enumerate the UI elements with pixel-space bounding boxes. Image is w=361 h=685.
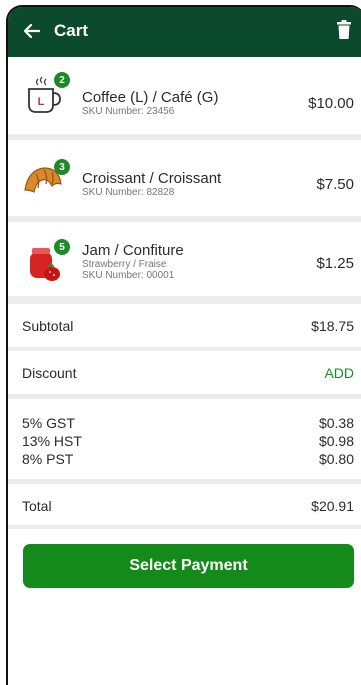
cart-item[interactable]: 3 Croissant / Croissant SKU Number: 8282…: [8, 140, 361, 216]
item-name: Croissant / Croissant: [82, 170, 222, 187]
total-label: Total: [22, 498, 52, 514]
tax-value: $0.38: [318, 415, 354, 431]
item-sku: SKU Number: 23456: [82, 106, 175, 117]
item-name: Jam / Confiture: [82, 242, 184, 259]
quantity-badge: 5: [54, 239, 70, 255]
discount-label: Discount: [22, 365, 77, 381]
page-title: Cart: [54, 21, 89, 40]
subtotal-row: Subtotal $18.75: [8, 304, 361, 348]
item-price: $1.25: [316, 255, 354, 272]
quantity-badge: 2: [54, 72, 70, 88]
divider: [8, 394, 361, 399]
item-sku: SKU Number: 82828: [82, 187, 175, 198]
divider: [8, 296, 361, 304]
total-row: Total $20.91: [8, 484, 361, 528]
svg-text:L: L: [38, 96, 45, 108]
item-price: $10.00: [308, 95, 354, 112]
tax-value: $0.98: [318, 433, 354, 449]
item-name: Coffee (L) / Café (G): [82, 89, 219, 106]
discount-row: Discount ADD: [8, 351, 361, 395]
divider: [8, 525, 361, 529]
cart-item[interactable]: L 2 Coffee (L) / Café (G) SKU Number: 23…: [8, 57, 361, 133]
trash-icon[interactable]: [336, 20, 352, 40]
item-sku: SKU Number: 00001: [82, 270, 175, 281]
app-header: Cart: [8, 7, 361, 57]
subtotal-label: Subtotal: [22, 318, 74, 334]
item-price: $7.50: [316, 176, 354, 193]
tax-value: $0.80: [318, 451, 354, 467]
app-screen: Cart L 2 Coffee (L) / Café (G) SKU Numbe…: [6, 5, 361, 685]
subtotal-value: $18.75: [311, 318, 354, 334]
tax-label: 8% PST: [22, 451, 74, 467]
tax-label: 13% HST: [22, 433, 82, 449]
tax-values: $0.38 $0.98 $0.80: [319, 414, 354, 468]
tax-label: 5% GST: [22, 415, 75, 431]
quantity-badge: 3: [54, 159, 70, 175]
total-value: $20.91: [311, 498, 354, 514]
tax-labels: 5% GST 13% HST 8% PST: [22, 414, 82, 468]
cart-item[interactable]: 5 Jam / Confiture Strawberry / Fraise SK…: [8, 222, 361, 298]
select-payment-button[interactable]: Select Payment: [23, 544, 354, 588]
back-arrow-icon[interactable]: [22, 21, 42, 41]
add-discount-link[interactable]: ADD: [324, 365, 354, 381]
item-variant: Strawberry / Fraise: [82, 259, 167, 270]
